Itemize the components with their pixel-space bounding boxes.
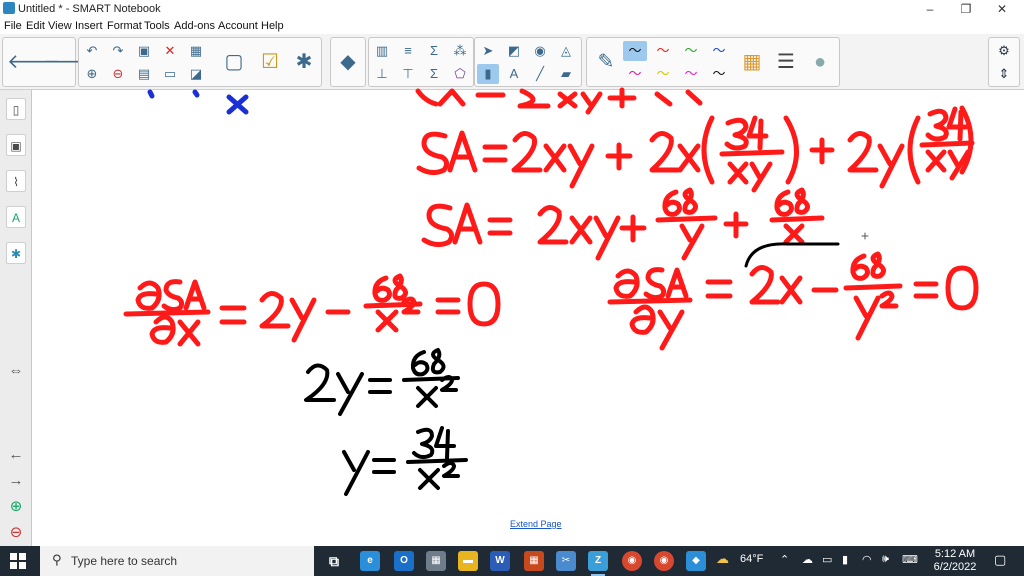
cursor-mark xyxy=(861,232,869,240)
outlook-icon[interactable]: O xyxy=(394,551,414,571)
network-icon[interactable]: ◠ xyxy=(862,553,872,566)
taskbar-search-placeholder: Type here to search xyxy=(71,554,178,568)
edge-icon[interactable]: e xyxy=(360,551,380,571)
clock-date: 6/2/2022 xyxy=(933,561,977,573)
red-derivative-dx xyxy=(123,273,501,347)
battery-icon[interactable]: ▮ xyxy=(842,553,848,566)
chrome-alt-icon[interactable]: ◉ xyxy=(654,551,674,571)
blue-x-stroke xyxy=(147,89,249,115)
snipping-icon[interactable]: ✂ xyxy=(556,551,576,571)
weather-icon: ☁ xyxy=(716,551,729,566)
chrome-icon[interactable]: ◉ xyxy=(622,551,642,571)
clock-time: 5:12 AM xyxy=(934,548,976,560)
input-icon[interactable]: ⌨ xyxy=(902,553,918,566)
search-icon: ⚲ xyxy=(52,552,62,567)
black-solution-steps xyxy=(304,348,468,496)
smart-notebook-taskbar-icon[interactable]: Z xyxy=(588,551,608,576)
red-equation-row-0 xyxy=(415,87,703,115)
red-equation-row-1 xyxy=(416,105,975,193)
taskbar-search-box[interactable]: ⚲ Type here to search xyxy=(40,546,314,576)
red-derivative-dy xyxy=(607,251,979,351)
extend-page-link[interactable]: Extend Page xyxy=(510,519,562,529)
windows-start-icon[interactable] xyxy=(10,553,26,569)
task-view-icon[interactable]: ⧉ xyxy=(324,551,344,571)
taskbar: ⚲ Type here to search ⧉ e O ▦ ▬ W ▦ ✂ Z … xyxy=(0,546,1024,576)
handwriting-ink xyxy=(123,87,979,496)
file-explorer-icon[interactable]: ▬ xyxy=(458,551,478,571)
clock[interactable]: 5:12 AM 6/2/2022 xyxy=(928,548,982,574)
volume-icon[interactable]: 🕪 xyxy=(882,553,889,566)
notifications-icon[interactable]: ▢ xyxy=(994,552,1006,568)
powerpoint-icon[interactable]: ▦ xyxy=(524,551,544,571)
store-icon[interactable]: ▦ xyxy=(426,551,446,571)
black-arc-stroke xyxy=(744,242,840,268)
word-icon[interactable]: W xyxy=(490,551,510,571)
zoom-icon[interactable]: ◆ xyxy=(686,551,706,571)
onedrive-icon[interactable]: ☁ xyxy=(802,553,813,566)
chevron-up-icon[interactable]: ⌃ xyxy=(780,553,789,566)
weather-temp[interactable]: 64°F xyxy=(740,553,763,565)
folder-icon[interactable]: ▭ xyxy=(822,553,832,566)
